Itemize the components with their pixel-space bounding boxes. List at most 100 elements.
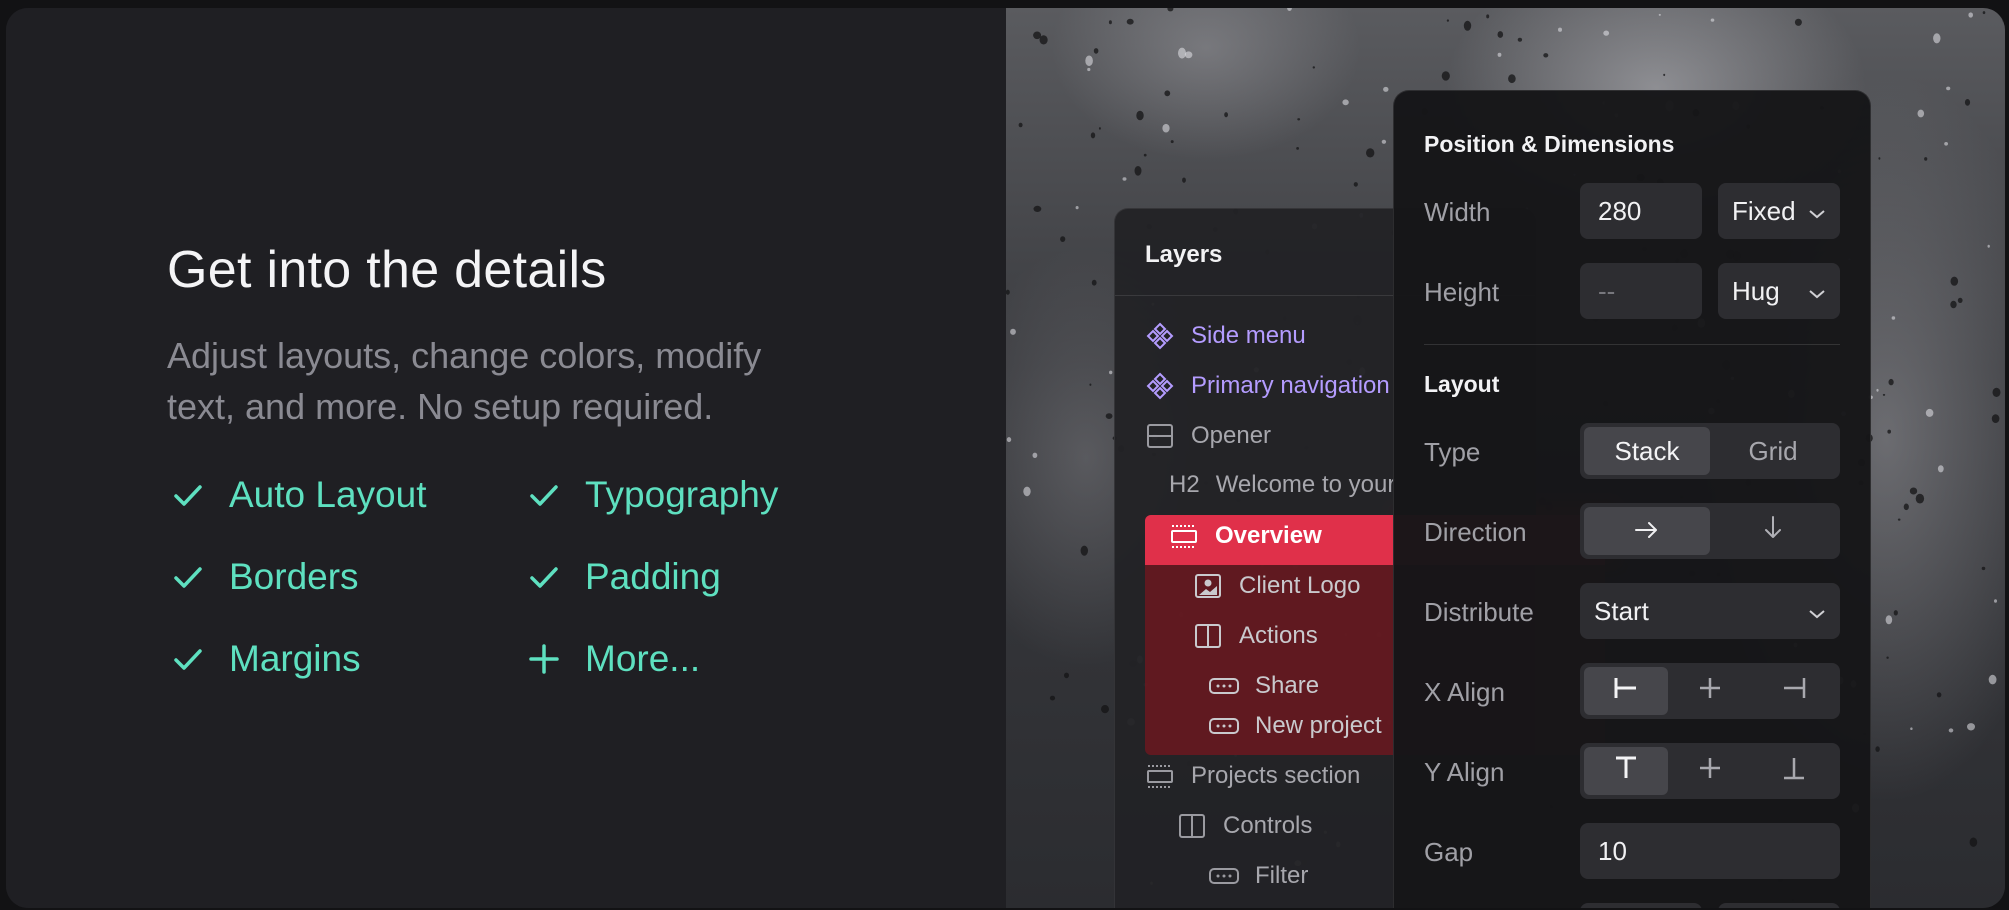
layer-label: Welcome to your <box>1215 471 1396 498</box>
padding-input[interactable] <box>1580 903 1702 908</box>
feature-item-borders: Borders <box>167 556 359 598</box>
feature-label: Borders <box>229 556 359 597</box>
check-icon <box>167 474 209 516</box>
align-left-icon <box>1612 674 1640 709</box>
align-top-option[interactable] <box>1584 747 1668 795</box>
page-subtitle: Adjust layouts, change colors, modify te… <box>167 335 762 427</box>
align-bottom-icon <box>1780 754 1808 789</box>
check-icon <box>167 556 209 598</box>
columns-icon <box>1193 621 1223 651</box>
layer-label: Projects section <box>1191 762 1361 789</box>
layer-label: Client Logo <box>1239 572 1361 599</box>
feature-item-margins: Margins <box>167 638 361 680</box>
feature-label: Typography <box>585 474 779 515</box>
editor-preview: Layers Side menu Primary navigation Open… <box>1006 8 2005 908</box>
align-center-icon <box>1696 674 1724 709</box>
layer-item-client-logo[interactable]: Client Logo <box>1193 571 1360 601</box>
width-input[interactable]: 280 <box>1580 183 1702 239</box>
width-mode-dropdown[interactable]: Fixed <box>1718 183 1840 239</box>
direction-horizontal-option[interactable] <box>1584 507 1710 555</box>
type-segmented-control: Stack Grid <box>1580 423 1840 479</box>
columns-icon <box>1177 811 1207 841</box>
feature-label: Margins <box>229 638 361 679</box>
feature-label: Padding <box>585 556 721 597</box>
align-middle-icon <box>1696 754 1724 789</box>
feature-label: Auto Layout <box>229 474 427 515</box>
align-top-icon <box>1612 754 1640 789</box>
align-right-icon <box>1780 674 1808 709</box>
height-mode-value: Hug <box>1732 275 1780 306</box>
layer-label: New project <box>1255 712 1382 739</box>
layer-item-welcome-heading[interactable]: H2 Welcome to your <box>1169 471 1395 499</box>
distribute-value: Start <box>1594 595 1649 626</box>
button-icon <box>1209 671 1239 701</box>
type-option-stack[interactable]: Stack <box>1584 427 1710 475</box>
direction-vertical-option[interactable] <box>1710 507 1836 555</box>
feature-item-auto-layout: Auto Layout <box>167 474 426 516</box>
align-left-option[interactable] <box>1584 667 1668 715</box>
align-middle-option[interactable] <box>1668 747 1752 795</box>
height-label: Height <box>1424 277 1500 307</box>
layer-item-primary-navigation[interactable]: Primary navigation <box>1145 371 1390 401</box>
layer-label: Share <box>1255 672 1320 699</box>
check-icon <box>523 474 565 516</box>
layer-label: Opener <box>1191 422 1272 449</box>
chevron-down-icon <box>1808 596 1826 627</box>
page-title: Get into the details <box>167 241 607 299</box>
layer-item-new-project[interactable]: New project <box>1209 711 1382 741</box>
x-align-segmented-control <box>1580 663 1840 719</box>
direction-label: Direction <box>1424 517 1527 547</box>
layout-title: Layout <box>1424 371 1500 397</box>
properties-panel: Position & Dimensions Width 280 Fixed He… <box>1393 90 1871 908</box>
section-icon <box>1169 521 1199 551</box>
layer-item-side-menu[interactable]: Side menu <box>1145 321 1306 351</box>
y-align-label: Y Align <box>1424 757 1505 787</box>
layer-item-projects-section[interactable]: Projects section <box>1145 761 1360 791</box>
layer-label: Controls <box>1223 812 1313 839</box>
layer-label: Primary navigation <box>1191 372 1390 399</box>
plus-icon <box>523 638 565 680</box>
align-center-option[interactable] <box>1668 667 1752 715</box>
width-label: Width <box>1424 197 1491 227</box>
layer-item-share[interactable]: Share <box>1209 671 1319 701</box>
x-align-label: X Align <box>1424 677 1505 707</box>
layer-item-filter[interactable]: Filter <box>1209 861 1308 891</box>
arrow-right-icon <box>1634 516 1660 547</box>
layer-item-actions[interactable]: Actions <box>1193 621 1318 651</box>
feature-item-typography: Typography <box>523 474 778 516</box>
height-mode-dropdown[interactable]: Hug <box>1718 263 1840 319</box>
direction-segmented-control <box>1580 503 1840 559</box>
position-dimensions-title: Position & Dimensions <box>1424 131 1675 157</box>
distribute-label: Distribute <box>1424 597 1534 627</box>
layer-label: Filter <box>1255 862 1309 889</box>
check-icon <box>523 556 565 598</box>
distribute-dropdown[interactable]: Start <box>1580 583 1840 639</box>
padding-mode-dropdown[interactable] <box>1718 903 1840 908</box>
chevron-down-icon <box>1808 276 1826 307</box>
layer-label: Actions <box>1239 622 1318 649</box>
gap-input[interactable]: 10 <box>1580 823 1840 879</box>
height-input[interactable]: -- <box>1580 263 1702 319</box>
type-option-grid[interactable]: Grid <box>1710 427 1836 475</box>
button-icon <box>1209 711 1239 741</box>
frame-icon <box>1145 421 1175 451</box>
align-right-option[interactable] <box>1752 667 1836 715</box>
gap-label: Gap <box>1424 837 1474 867</box>
layer-label: Side menu <box>1191 322 1306 349</box>
section-icon <box>1145 761 1175 791</box>
feature-item-more[interactable]: More... <box>523 638 700 680</box>
image-icon <box>1193 571 1223 601</box>
type-label: Type <box>1424 437 1481 467</box>
chevron-down-icon <box>1808 196 1826 227</box>
layer-item-opener[interactable]: Opener <box>1145 421 1271 451</box>
promo-panel: Get into the details Adjust layouts, cha… <box>6 8 1006 908</box>
align-bottom-option[interactable] <box>1752 747 1836 795</box>
feature-label: More... <box>585 638 701 679</box>
layer-item-controls[interactable]: Controls <box>1177 811 1312 841</box>
layers-title: Layers <box>1145 241 1223 268</box>
arrow-down-icon <box>1763 515 1783 548</box>
layer-label: Overview <box>1215 522 1322 549</box>
layer-item-overview[interactable]: Overview <box>1169 521 1322 551</box>
heading-icon: H2 <box>1169 471 1200 498</box>
width-mode-value: Fixed <box>1732 195 1796 226</box>
